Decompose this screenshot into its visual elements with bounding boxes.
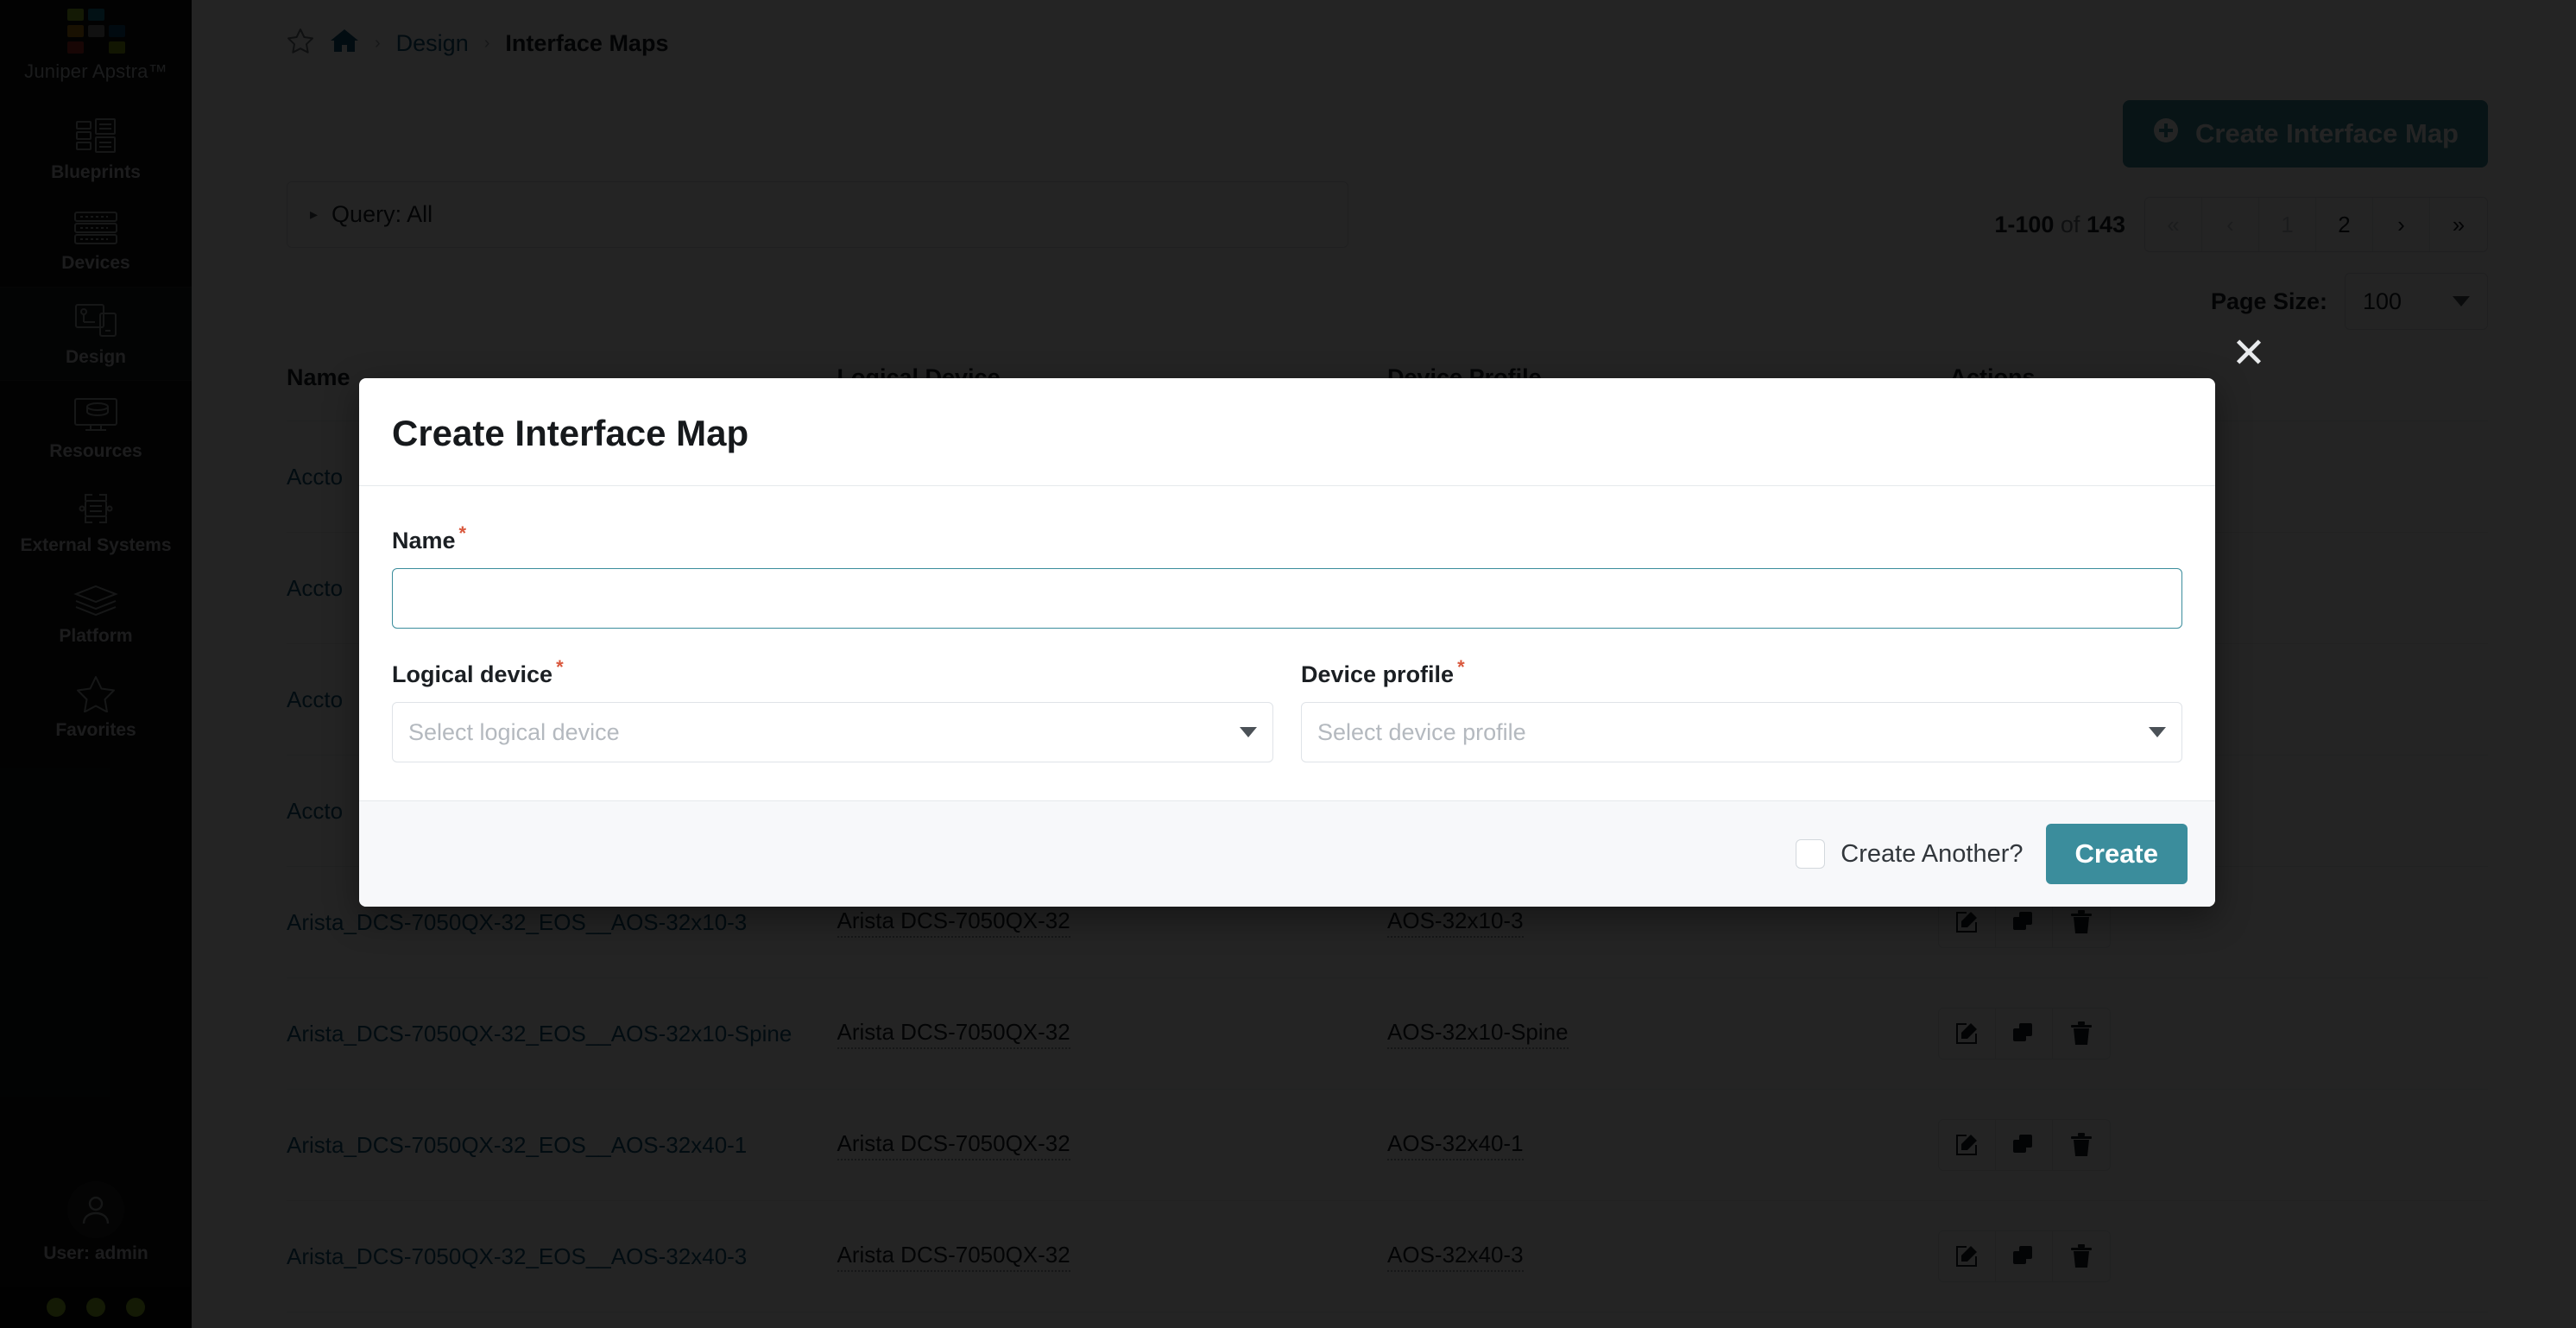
create-another-label: Create Another? [1840,839,2024,868]
create-another-checkbox-wrap[interactable]: Create Another? [1796,839,2024,869]
modal-footer: Create Another? Create [359,800,2215,907]
modal-body: Name * Logical device * Select logical dev… [359,486,2215,800]
close-x-icon[interactable]: ✕ [2226,330,2272,376]
modal-header: Create Interface Map [359,378,2215,486]
required-marker: * [556,656,564,678]
modal-title: Create Interface Map [392,413,749,453]
device-profile-select[interactable]: Select device profile [1301,702,2182,762]
chevron-down-icon [1240,727,1257,737]
create-interface-map-modal: Create Interface Map Name * Logical devic… [359,378,2215,907]
logical-device-field-label: Logical device * [392,656,564,688]
device-fields-row: Logical device * Select logical device De… [392,656,2182,762]
create-submit-button[interactable]: Create [2045,824,2188,884]
device-profile-field-label: Device profile * [1301,656,1465,688]
device-profile-label-text: Device profile [1301,661,1455,687]
logical-device-placeholder: Select logical device [408,718,620,745]
device-profile-placeholder: Select device profile [1317,718,1526,745]
name-label-text: Name [392,528,456,553]
required-marker: * [1457,656,1465,678]
name-field-label: Name * [392,522,466,554]
logical-device-field-group: Logical device * Select logical device [392,656,1273,762]
logical-device-select[interactable]: Select logical device [392,702,1273,762]
name-field-group: Name * [392,522,2182,629]
create-another-checkbox[interactable] [1796,839,1826,869]
logical-device-label-text: Logical device [392,661,553,687]
chevron-down-icon [2149,727,2166,737]
name-input[interactable] [392,568,2182,629]
app-root: Juniper Apstra™ Blueprints [0,0,2576,1328]
required-marker: * [458,522,467,544]
device-profile-field-group: Device profile * Select device profile [1301,656,2182,762]
